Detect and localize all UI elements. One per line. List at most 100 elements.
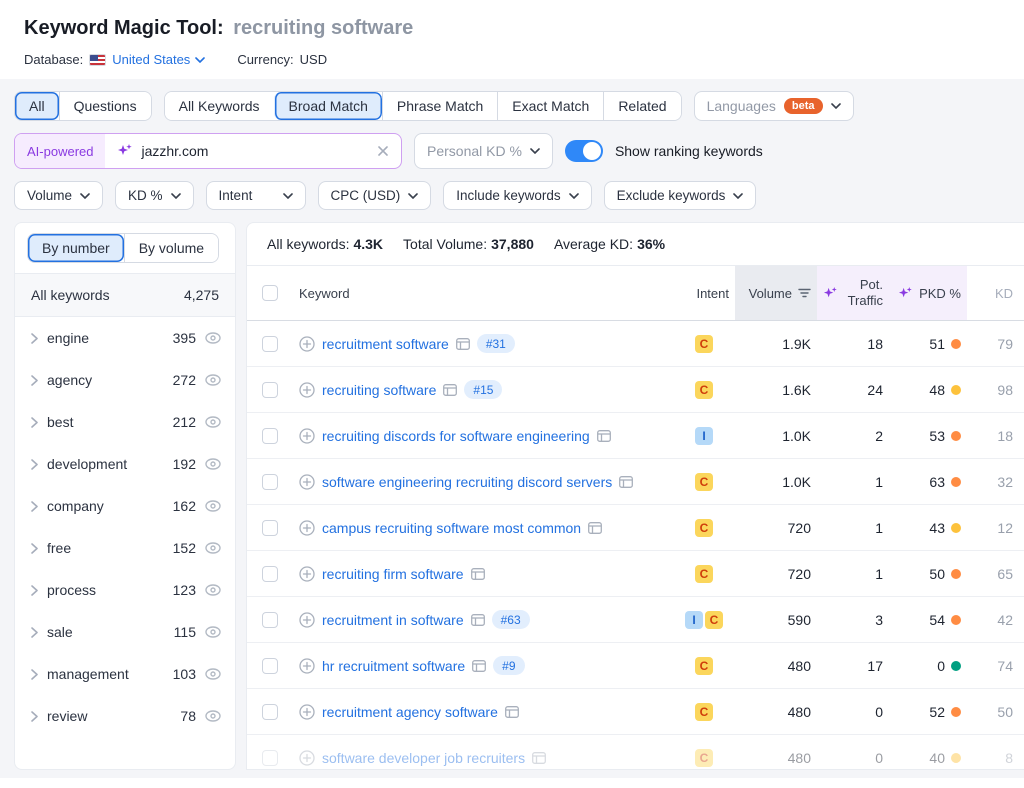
row-checkbox[interactable]	[262, 336, 278, 352]
keyword-link[interactable]: recruiting firm software	[322, 566, 464, 582]
group-item-agency[interactable]: agency272	[15, 359, 235, 401]
languages-dropdown[interactable]: Languages beta	[694, 91, 854, 121]
keyword-link[interactable]: recruiting discords for software enginee…	[322, 428, 590, 444]
tab-exact-match[interactable]: Exact Match	[497, 92, 603, 120]
keyword-link[interactable]: recruitment agency software	[322, 704, 498, 720]
eye-icon[interactable]	[205, 668, 221, 680]
eye-icon[interactable]	[205, 584, 221, 596]
table-row: software developer job recruitersC480040…	[247, 735, 1024, 770]
pkd-value: 53	[889, 428, 967, 444]
keyword-link[interactable]: recruitment software	[322, 336, 449, 352]
add-keyword-icon[interactable]	[299, 428, 315, 444]
col-keyword[interactable]: Keyword	[293, 266, 673, 320]
group-item-sale[interactable]: sale115	[15, 611, 235, 653]
keyword-link[interactable]: recruiting software	[322, 382, 436, 398]
sidebar-tab-by-volume[interactable]: By volume	[124, 234, 218, 262]
kd-value: 18	[967, 428, 1019, 444]
filter-kd-[interactable]: KD %	[115, 181, 194, 210]
keyword-link[interactable]: recruitment in software	[322, 612, 464, 628]
database-select[interactable]: United States	[112, 52, 205, 67]
serp-features-icon[interactable]	[505, 706, 519, 718]
show-ranking-toggle[interactable]	[565, 140, 603, 162]
col-pot-traffic[interactable]: Pot. Traffic	[817, 266, 889, 320]
tab-phrase-match[interactable]: Phrase Match	[382, 92, 497, 120]
eye-icon[interactable]	[205, 500, 221, 512]
group-item-process[interactable]: process123	[15, 569, 235, 611]
eye-icon[interactable]	[205, 416, 221, 428]
serp-features-icon[interactable]	[619, 476, 633, 488]
serp-features-icon[interactable]	[471, 614, 485, 626]
keyword-link[interactable]: software developer job recruiters	[322, 750, 525, 766]
row-checkbox[interactable]	[262, 704, 278, 720]
tab-all[interactable]: All	[15, 92, 59, 120]
rank-badge: #15	[464, 380, 502, 399]
eye-icon[interactable]	[205, 374, 221, 386]
filter-intent[interactable]: Intent	[206, 181, 306, 210]
group-item-company[interactable]: company162	[15, 485, 235, 527]
tab-all-keywords[interactable]: All Keywords	[165, 92, 274, 120]
group-item-best[interactable]: best212	[15, 401, 235, 443]
serp-features-icon[interactable]	[456, 338, 470, 350]
tab-broad-match[interactable]: Broad Match	[274, 92, 382, 120]
select-all-checkbox[interactable]	[262, 285, 278, 301]
row-checkbox[interactable]	[262, 382, 278, 398]
group-item-engine[interactable]: engine395	[15, 317, 235, 359]
keyword-link[interactable]: campus recruiting software most common	[322, 520, 581, 536]
row-checkbox[interactable]	[262, 520, 278, 536]
serp-features-icon[interactable]	[471, 568, 485, 580]
col-pkd[interactable]: PKD %	[889, 266, 967, 320]
keyword-link[interactable]: software engineering recruiting discord …	[322, 474, 612, 490]
add-keyword-icon[interactable]	[299, 520, 315, 536]
sidebar-sort-tabs: By numberBy volume	[27, 233, 219, 263]
sidebar-tab-by-number[interactable]: By number	[28, 234, 124, 262]
row-checkbox[interactable]	[262, 428, 278, 444]
tab-questions[interactable]: Questions	[59, 92, 151, 120]
col-intent[interactable]: Intent	[673, 266, 735, 320]
table-summary: All keywords:4.3KTotal Volume:37,880Aver…	[247, 223, 1024, 266]
personal-kd-dropdown[interactable]: Personal KD %	[414, 133, 553, 169]
add-keyword-icon[interactable]	[299, 336, 315, 352]
serp-features-icon[interactable]	[597, 430, 611, 442]
group-item-management[interactable]: management103	[15, 653, 235, 695]
row-checkbox[interactable]	[262, 474, 278, 490]
serp-features-icon[interactable]	[472, 660, 486, 672]
serp-features-icon[interactable]	[443, 384, 457, 396]
serp-features-icon[interactable]	[588, 522, 602, 534]
group-item-review[interactable]: review78	[15, 695, 235, 737]
row-checkbox[interactable]	[262, 612, 278, 628]
intent-badge-i: I	[685, 611, 703, 629]
filter-volume[interactable]: Volume	[14, 181, 103, 210]
col-volume[interactable]: Volume	[735, 266, 817, 320]
eye-icon[interactable]	[205, 332, 221, 344]
filter-exclude-keywords[interactable]: Exclude keywords	[604, 181, 757, 210]
search-input[interactable]	[141, 143, 369, 159]
eye-icon[interactable]	[205, 542, 221, 554]
pkd-dot	[951, 569, 961, 579]
clear-search-icon[interactable]	[377, 145, 389, 157]
eye-icon[interactable]	[205, 458, 221, 470]
filter-include-keywords[interactable]: Include keywords	[443, 181, 591, 210]
add-keyword-icon[interactable]	[299, 474, 315, 490]
col-kd[interactable]: KD	[967, 266, 1019, 320]
eye-icon[interactable]	[205, 710, 221, 722]
tab-related[interactable]: Related	[603, 92, 680, 120]
row-checkbox[interactable]	[262, 658, 278, 674]
eye-icon[interactable]	[205, 626, 221, 638]
group-item-development[interactable]: development192	[15, 443, 235, 485]
beta-badge: beta	[784, 98, 823, 114]
all-keywords-group[interactable]: All keywords 4,275	[15, 273, 235, 317]
group-count: 152	[173, 540, 196, 556]
add-keyword-icon[interactable]	[299, 566, 315, 582]
filter-cpc-usd-[interactable]: CPC (USD)	[318, 181, 432, 210]
sort-icon[interactable]	[798, 288, 811, 298]
row-checkbox[interactable]	[262, 566, 278, 582]
keyword-link[interactable]: hr recruitment software	[322, 658, 465, 674]
add-keyword-icon[interactable]	[299, 704, 315, 720]
add-keyword-icon[interactable]	[299, 382, 315, 398]
group-item-free[interactable]: free152	[15, 527, 235, 569]
add-keyword-icon[interactable]	[299, 750, 315, 766]
row-checkbox[interactable]	[262, 750, 278, 766]
add-keyword-icon[interactable]	[299, 658, 315, 674]
serp-features-icon[interactable]	[532, 752, 546, 764]
add-keyword-icon[interactable]	[299, 612, 315, 628]
